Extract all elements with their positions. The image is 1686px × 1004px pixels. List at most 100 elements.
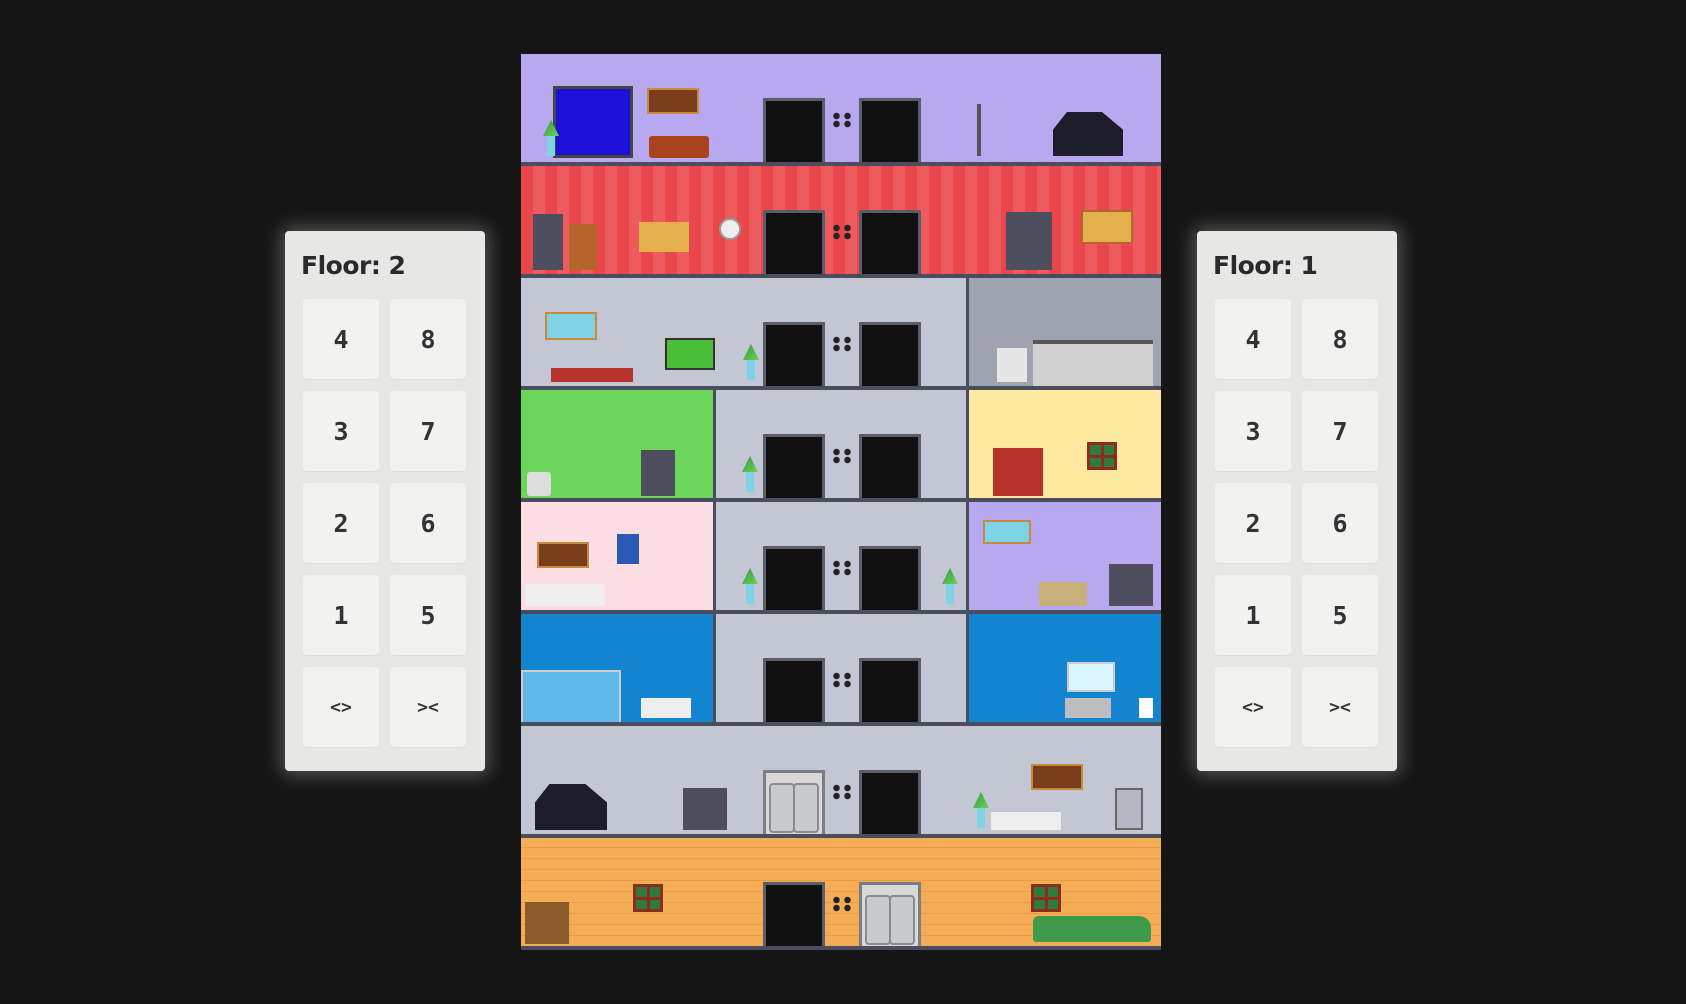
plant-icon [977,808,985,828]
window-icon [1031,884,1061,912]
elevator-call-dots-icon [831,672,853,688]
floor-5-bedroom [969,390,1161,498]
elevator-door-left [763,882,825,946]
painting-icon [647,88,699,114]
painting-icon [537,542,589,568]
corkboard-icon [1081,210,1133,244]
cabinet-icon [641,450,675,496]
right-floor-7-button[interactable]: 7 [1302,391,1378,471]
right-close-doors-button[interactable]: >< [1302,667,1378,747]
closet-icon [1109,564,1153,606]
bed-icon [1039,582,1087,606]
elevator-door-right [859,322,921,386]
toilet-icon [1139,698,1153,718]
left-floor-5-button[interactable]: 5 [390,575,466,655]
floor-7 [521,166,1161,278]
window-icon [633,884,663,912]
left-floor-1-button[interactable]: 1 [303,575,379,655]
fridge-icon [997,348,1027,382]
floor-7-room [521,166,1161,274]
right-floor-5-button[interactable]: 5 [1302,575,1378,655]
sofa-icon [649,136,709,158]
left-floor-8-button[interactable]: 8 [390,299,466,379]
crates-icon [525,902,569,944]
elevator-door-left [763,434,825,498]
elevator-call-dots-icon [831,560,853,576]
painting-icon [1031,764,1083,790]
bookshelf-icon [533,214,563,270]
left-floor-7-button[interactable]: 7 [390,391,466,471]
kitchen-counter-icon [1033,340,1153,386]
right-floor-3-button[interactable]: 3 [1215,391,1291,471]
elevator-door-left [763,658,825,722]
left-floor-4-button[interactable]: 4 [303,299,379,379]
board-icon [639,222,689,252]
elevator-call-dots-icon [831,784,853,800]
desk-icon [991,812,1061,830]
bed-icon [525,584,605,606]
poster-icon [617,534,639,564]
right-floor-1-button[interactable]: 1 [1215,575,1291,655]
tv-screen-icon [553,86,633,158]
wardrobe-icon [993,448,1043,496]
floor-4 [521,502,1161,614]
shelf-icon [1006,212,1052,270]
floor-8 [521,54,1161,166]
left-floor-3-button[interactable]: 3 [303,391,379,471]
plant-icon [746,584,754,604]
table-icon [551,368,633,382]
right-floor-8-button[interactable]: 8 [1302,299,1378,379]
floor-3-hall [716,614,966,722]
door-icon [569,224,597,270]
right-floor-2-button[interactable]: 2 [1215,483,1291,563]
elevator-call-dots-icon [831,336,853,352]
right-open-doors-button[interactable]: <> [1215,667,1291,747]
floor-4-bedroom [521,502,713,610]
elevator-call-dots-icon [831,896,853,912]
floor-3 [521,614,1161,726]
sink-icon [1065,698,1111,718]
floor-2-room [521,726,1161,834]
floor-5-laundry-room [521,390,713,498]
elevator-door-right [859,210,921,274]
floor-5 [521,390,1161,502]
elevator-door-right [859,770,921,834]
painting-icon [983,520,1031,544]
elevator-door-left-open [763,770,825,834]
building [521,54,1161,950]
left-floor-indicator: Floor: 2 [301,251,406,280]
elevator-door-right [859,434,921,498]
plant-icon [746,472,754,492]
mirror-icon [1067,662,1115,692]
left-floor-6-button[interactable]: 6 [390,483,466,563]
cabinet-icon [683,788,727,830]
bathtub-icon [641,698,691,718]
painting-icon [545,312,597,340]
left-button-grid: 4 8 3 7 2 6 1 5 <> >< [303,299,466,747]
plant-icon [946,584,954,604]
window-icon [1087,442,1117,470]
plant-icon [547,136,555,156]
floor-3-bathroom-2 [969,614,1161,722]
elevator-call-dots-icon [831,224,853,240]
floor-1 [521,838,1161,950]
elevator-door-right [859,658,921,722]
left-open-doors-button[interactable]: <> [303,667,379,747]
piano-icon [1053,112,1123,156]
elevator-call-dots-icon [831,448,853,464]
floor-6-kitchen [969,278,1161,386]
floor-8-room [521,54,1161,162]
tv-icon [665,338,715,370]
floor-1-garage [521,838,1161,946]
floor-4-hall [716,502,966,610]
right-floor-4-button[interactable]: 4 [1215,299,1291,379]
floor-5-hall [716,390,966,498]
elevator-door-left [763,210,825,274]
left-close-doors-button[interactable]: >< [390,667,466,747]
left-floor-2-button[interactable]: 2 [303,483,379,563]
piano-icon [535,784,607,830]
floor-4-bedroom-2 [969,502,1161,610]
right-floor-6-button[interactable]: 6 [1302,483,1378,563]
floor-6 [521,278,1161,390]
clock-icon [719,218,741,240]
